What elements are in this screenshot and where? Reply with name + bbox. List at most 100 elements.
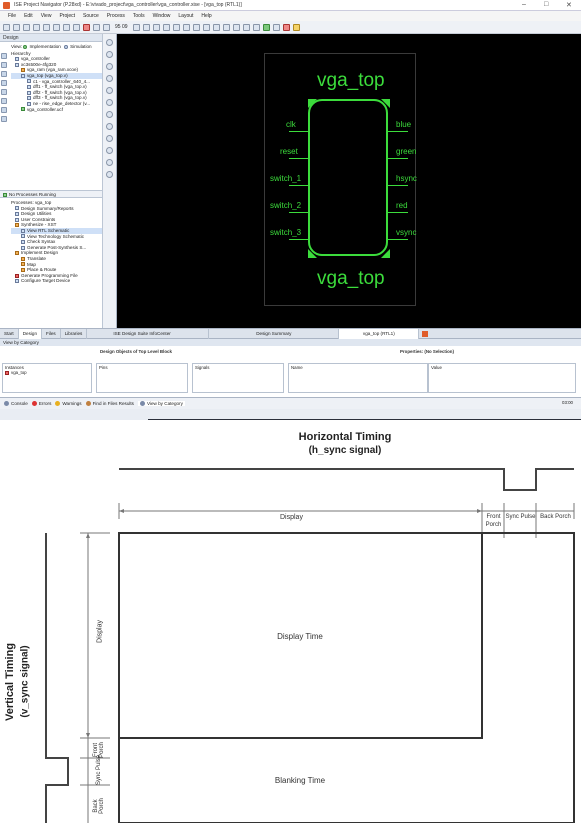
select-icon[interactable]	[182, 23, 190, 31]
tab-find-results[interactable]: Find in Files Results	[85, 401, 134, 407]
window-tile-icon[interactable]	[212, 23, 220, 31]
zoom-out-icon[interactable]	[142, 23, 150, 31]
instances-list[interactable]: Instances vga_top	[2, 363, 92, 393]
input-pin-clk[interactable]: clk	[286, 120, 296, 129]
pins-list[interactable]: Pins	[96, 363, 188, 393]
key-icon[interactable]	[252, 23, 260, 31]
find-icon[interactable]	[106, 99, 113, 106]
zoom-fit-icon[interactable]	[152, 23, 160, 31]
save-icon[interactable]	[23, 23, 30, 31]
signals-list[interactable]: Signals	[192, 363, 284, 393]
output-pin-blue[interactable]: blue	[396, 120, 411, 129]
properties-icon[interactable]	[1, 89, 7, 95]
open-icon[interactable]	[13, 23, 20, 31]
minimize-button[interactable]: –	[522, 1, 526, 8]
property-value-column[interactable]: Value	[428, 363, 576, 393]
add-copy-icon[interactable]	[1, 62, 7, 68]
menu-process[interactable]: Process	[103, 13, 129, 19]
rerun-icon[interactable]	[106, 51, 113, 58]
pan-icon[interactable]	[172, 23, 180, 31]
run-icon[interactable]	[262, 23, 270, 31]
menu-file[interactable]: File	[4, 13, 20, 19]
zoom-in-icon[interactable]	[106, 111, 113, 118]
tab-view-by-category[interactable]: View by Category	[137, 400, 185, 407]
cut-icon[interactable]	[53, 23, 60, 31]
expand-icon[interactable]	[1, 107, 7, 113]
implementation-radio-icon[interactable]	[23, 44, 28, 49]
simulation-option[interactable]: Simulation	[70, 44, 91, 49]
collapse-icon[interactable]	[1, 116, 7, 122]
rerun-icon[interactable]	[272, 23, 280, 31]
process-item[interactable]: Configure Target Device	[11, 278, 103, 284]
menu-window[interactable]: Window	[149, 13, 175, 19]
instance-row[interactable]: vga_top	[5, 370, 89, 375]
tab-start[interactable]: Start	[0, 328, 19, 339]
menu-edit[interactable]: Edit	[20, 13, 37, 19]
window-cascade-icon[interactable]	[222, 23, 230, 31]
simulation-radio-icon[interactable]	[64, 44, 69, 49]
property-name-column[interactable]: Name	[288, 363, 428, 393]
expand-all-icon[interactable]	[106, 75, 113, 82]
close-tab-icon[interactable]	[422, 330, 429, 337]
input-pin-reset[interactable]: reset	[280, 147, 298, 156]
menu-layout[interactable]: Layout	[174, 13, 197, 19]
print-icon[interactable]	[106, 171, 113, 178]
menu-source[interactable]: Source	[79, 13, 103, 19]
delete-icon[interactable]	[83, 23, 90, 31]
zoom-out-icon[interactable]	[106, 123, 113, 130]
tree-item[interactable]: vga_controller.ucf	[11, 107, 103, 113]
zoom-area-icon[interactable]	[162, 23, 170, 31]
zoom-in-icon[interactable]	[132, 23, 140, 31]
maximize-button[interactable]: □	[544, 1, 548, 8]
search-icon[interactable]	[1, 98, 7, 104]
redo-icon[interactable]	[103, 23, 110, 31]
tab-console[interactable]: Console	[4, 401, 28, 407]
window-max-icon[interactable]	[242, 23, 250, 31]
signals-column-header: Signals	[195, 365, 210, 370]
input-pin-switch-3[interactable]: switch_3	[270, 228, 301, 237]
stop-icon[interactable]	[106, 63, 113, 70]
collapse-all-icon[interactable]	[106, 87, 113, 94]
run-icon[interactable]	[106, 39, 113, 46]
input-pin-switch-2[interactable]: switch_2	[270, 201, 301, 210]
input-pin-switch-1[interactable]: switch_1	[270, 174, 301, 183]
grid-icon[interactable]	[106, 147, 113, 154]
paste-icon[interactable]	[73, 23, 80, 31]
schematic-canvas[interactable]: vga_top vga_top clk reset switch_1 switc…	[117, 34, 581, 328]
tab-errors-label: Errors	[38, 400, 52, 406]
save-all-icon[interactable]	[33, 23, 40, 31]
properties-icon[interactable]	[106, 159, 113, 166]
help-icon[interactable]	[292, 23, 300, 31]
tab-infocenter[interactable]: ISE Design Suite InfoCenter	[109, 328, 210, 339]
add-source-icon[interactable]	[1, 53, 7, 59]
tab-files[interactable]: Files	[42, 328, 61, 339]
push-into-icon[interactable]	[192, 23, 200, 31]
undo-icon[interactable]	[93, 23, 100, 31]
tab-design-summary[interactable]: Design Summary	[209, 328, 340, 339]
tab-errors[interactable]: Errors	[31, 400, 52, 407]
remove-icon[interactable]	[1, 80, 7, 86]
menu-help[interactable]: Help	[197, 13, 215, 19]
output-pin-red[interactable]: red	[396, 201, 408, 210]
stop-icon[interactable]	[282, 23, 290, 31]
tab-vga-top-rtl[interactable]: vga_top (RTL1)	[339, 328, 420, 339]
output-pin-vsync[interactable]: vsync	[396, 228, 416, 237]
menu-view[interactable]: View	[37, 13, 56, 19]
tab-warnings[interactable]: Warnings	[55, 401, 82, 407]
close-button[interactable]: ✕	[566, 1, 572, 9]
new-source-icon[interactable]	[1, 71, 7, 77]
copy-icon[interactable]	[63, 23, 70, 31]
print-icon[interactable]	[43, 23, 50, 31]
tab-libraries[interactable]: Libraries	[61, 328, 88, 339]
new-icon[interactable]	[3, 23, 10, 31]
output-pin-hsync[interactable]: hsync	[396, 174, 417, 183]
zoom-level[interactable]: 95 09	[115, 24, 128, 30]
menu-tools[interactable]: Tools	[129, 13, 149, 19]
window-split-icon[interactable]	[232, 23, 240, 31]
implementation-option[interactable]: Implementation	[29, 44, 60, 49]
pop-out-icon[interactable]	[202, 23, 210, 31]
fit-icon[interactable]	[106, 135, 113, 142]
menu-project[interactable]: Project	[55, 13, 79, 19]
tab-design[interactable]: Design	[18, 328, 43, 339]
output-pin-green[interactable]: green	[396, 147, 416, 156]
